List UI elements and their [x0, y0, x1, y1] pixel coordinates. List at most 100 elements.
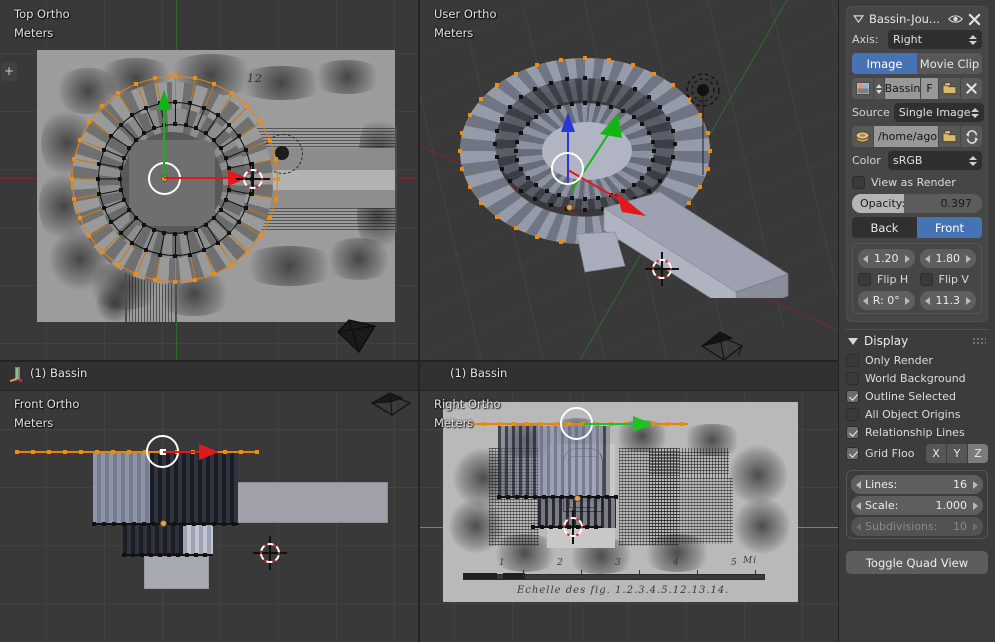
3d-cursor[interactable] — [645, 252, 679, 286]
offset-y-field[interactable]: 1.80 — [919, 249, 976, 268]
viewport-expand-toolbar-button[interactable]: + — [1, 62, 17, 81]
only-render-checkbox[interactable] — [846, 354, 859, 367]
all-object-origins-label: All Object Origins — [865, 408, 961, 421]
toggle-quad-view-button[interactable]: Toggle Quad View — [846, 551, 988, 574]
close-icon[interactable] — [968, 13, 981, 26]
gizmo-x-axis-shaft[interactable] — [164, 177, 230, 179]
flip-v-row[interactable]: Flip V — [919, 273, 977, 286]
transform-pivot-circle[interactable] — [551, 152, 584, 185]
viewport-divider-vertical[interactable] — [418, 0, 420, 642]
filepath-row[interactable]: /home/ago... — [852, 126, 982, 147]
datablock-name-field[interactable]: Bassin — [885, 78, 920, 99]
source-type-tabs[interactable]: Image Movie Clip — [852, 53, 982, 74]
opacity-value: 0.397 — [940, 197, 973, 210]
all-object-origins-checkbox[interactable] — [846, 408, 859, 421]
open-image-button[interactable] — [939, 78, 960, 99]
blender-window: 12 Top Ortho Meters + User Ortho Meters … — [0, 0, 995, 642]
axis-dropdown[interactable]: Right — [888, 30, 982, 49]
flip-h-checkbox[interactable] — [858, 273, 871, 286]
caret-down-icon[interactable] — [848, 337, 858, 345]
source-dropdown[interactable]: Single Image — [893, 103, 984, 122]
background-image-header[interactable]: Bassin-Jou... — [852, 11, 982, 30]
outline-selected-checkbox[interactable] — [846, 390, 859, 403]
grip-dots-icon[interactable] — [972, 336, 986, 346]
relationship-lines-label: Relationship Lines — [865, 426, 965, 439]
flip-h-row[interactable]: Flip H — [858, 273, 915, 286]
offset-x-field[interactable]: 1.20 — [858, 249, 915, 268]
tab-movie-clip[interactable]: Movie Clip — [917, 53, 982, 74]
opacity-row[interactable]: Opacity: 0.397 — [852, 194, 982, 213]
flip-row[interactable]: Flip H Flip V — [858, 273, 976, 286]
unlink-image-button[interactable] — [961, 78, 982, 99]
grid-floor-label: Grid Floo — [865, 447, 915, 460]
image-datablock-row[interactable]: Bassin F — [852, 78, 982, 99]
size-field[interactable]: 11.3 — [919, 291, 976, 310]
lamp-object-icon[interactable] — [685, 72, 721, 177]
collapse-triangle-icon[interactable] — [853, 15, 864, 23]
rotation-size-row[interactable]: R: 0° 11.3 — [858, 291, 976, 310]
image-file-icon — [852, 126, 873, 147]
depth-tabs[interactable]: Back Front — [852, 217, 982, 238]
view-as-render-row[interactable]: View as Render — [852, 176, 982, 189]
gizmo-y-axis-head[interactable] — [633, 416, 653, 432]
camera-object-icon[interactable] — [370, 391, 414, 421]
grid-axis-x-toggle[interactable]: X — [926, 444, 946, 463]
flip-v-checkbox[interactable] — [919, 273, 933, 286]
filepath-field[interactable]: /home/ago... — [874, 126, 938, 147]
camera-object-icon[interactable] — [698, 330, 746, 360]
fake-user-button[interactable]: F — [921, 78, 938, 99]
lines-field[interactable]: Lines: 16 — [851, 475, 983, 494]
gizmo-x-axis-head[interactable] — [199, 444, 219, 460]
world-background-row[interactable]: World Background — [846, 372, 988, 385]
offset-row[interactable]: 1.20 1.80 — [858, 249, 976, 268]
display-section-header[interactable]: Display — [846, 329, 988, 354]
opacity-slider[interactable]: Opacity: 0.397 — [852, 194, 982, 213]
object-origin — [573, 494, 581, 502]
world-background-checkbox[interactable] — [846, 372, 859, 385]
grid-numeric-group: Lines: 16 Scale: 1.000 Subdivisions: 10 — [846, 470, 988, 539]
grid-axis-z-toggle[interactable]: Z — [968, 444, 988, 463]
grid-floor-checkbox[interactable] — [846, 447, 859, 460]
browse-file-button[interactable] — [939, 126, 960, 147]
outline-selected-label: Outline Selected — [865, 390, 956, 403]
base-block[interactable] — [144, 556, 209, 589]
view-as-render-checkbox[interactable] — [852, 176, 865, 189]
viewport-user-ortho[interactable]: User Ortho Meters — [420, 0, 838, 360]
image-datablock-icon[interactable] — [852, 78, 873, 99]
object-axis-gizmo-icon — [9, 367, 23, 382]
reload-image-button[interactable] — [961, 126, 982, 147]
scale-field[interactable]: Scale: 1.000 — [851, 496, 983, 515]
all-object-origins-row[interactable]: All Object Origins — [846, 408, 988, 421]
color-dropdown[interactable]: sRGB — [888, 151, 982, 170]
only-render-row[interactable]: Only Render — [846, 354, 988, 367]
viewport-front-ortho[interactable]: Front Ortho Meters — [0, 390, 418, 642]
3d-cursor[interactable] — [236, 162, 270, 196]
properties-panel[interactable]: Bassin-Jou... Axis: Right Image Movie Cl… — [838, 0, 995, 642]
outline-selected-row[interactable]: Outline Selected — [846, 390, 988, 403]
tab-back[interactable]: Back — [852, 217, 917, 238]
source-row[interactable]: Source Single Image — [852, 103, 984, 122]
gizmo-y-axis-shaft[interactable] — [163, 100, 165, 178]
3d-cursor[interactable] — [556, 510, 590, 544]
grid-axis-y-toggle[interactable]: Y — [947, 444, 967, 463]
3d-cursor[interactable] — [253, 536, 287, 570]
camera-object-icon[interactable] — [335, 318, 381, 356]
eye-icon[interactable] — [948, 13, 963, 25]
datablock-browse-spinner[interactable] — [874, 78, 884, 99]
channel-slab-object[interactable] — [236, 482, 388, 523]
tab-image[interactable]: Image — [852, 53, 917, 74]
relationship-lines-checkbox[interactable] — [846, 426, 859, 439]
rotation-field[interactable]: R: 0° — [858, 291, 915, 310]
object-origin — [159, 519, 167, 527]
tab-front[interactable]: Front — [917, 217, 982, 238]
relationship-lines-row[interactable]: Relationship Lines — [846, 426, 988, 439]
grid-axes-toggles[interactable]: X Y Z — [926, 444, 988, 463]
gizmo-y-axis-head[interactable] — [157, 90, 171, 110]
color-row[interactable]: Color sRGB — [852, 151, 982, 170]
axis-row[interactable]: Axis: Right — [852, 30, 982, 49]
viewport-right-ortho[interactable]: 1 2 3 4 5 Mi Echelle des fig. 1.2.3.4.5.… — [420, 390, 838, 642]
ramp-object — [576, 231, 626, 273]
viewport-top-ortho[interactable]: 12 Top Ortho Meters + — [0, 0, 418, 360]
grid-floor-row[interactable]: Grid Floo X Y Z — [846, 444, 988, 463]
background-image-block[interactable]: Bassin-Jou... Axis: Right Image Movie Cl… — [846, 6, 988, 322]
